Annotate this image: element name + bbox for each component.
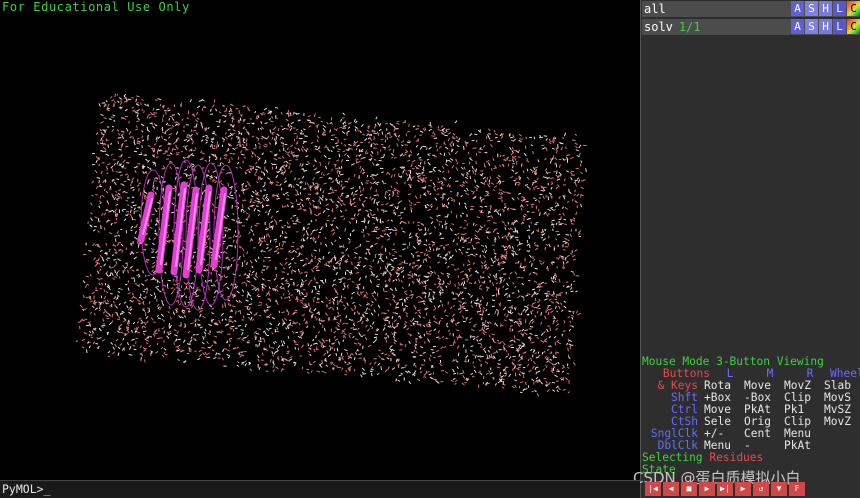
water-box [75,93,587,397]
movie-controls: |◀ ◀ ■ ▶ ▶| ▶ ↺ ▼ F [645,482,807,496]
object-name: solv 1/1 [644,20,701,34]
movie-control-button[interactable]: ↺ [753,482,769,496]
show-button[interactable]: S [805,1,818,16]
molecule-render [75,93,587,397]
movie-control-button[interactable]: F [789,482,805,496]
movie-control-button[interactable]: |◀ [645,482,661,496]
object-panel: all A S H L C solv 1/1 A S H L C Mouse Mo… [633,0,860,498]
binding-action: PkAt [784,439,811,452]
object-name: all [644,2,666,16]
hide-button[interactable]: H [819,1,832,16]
movie-control-button[interactable]: ▶| [717,482,733,496]
color-button[interactable]: C [847,19,860,34]
show-button[interactable]: S [805,19,818,34]
hide-button[interactable]: H [819,19,832,34]
action-button[interactable]: A [791,19,804,34]
movie-control-button[interactable]: ▼ [771,482,787,496]
molecule-viewport[interactable]: For Educational Use Only [0,0,640,480]
object-state: 1/1 [678,20,701,34]
movie-control-button[interactable]: ▶ [699,482,715,496]
educational-notice: For Educational Use Only [2,0,190,14]
label-button[interactable]: L [833,19,846,34]
object-row-all[interactable]: all A S H L C [642,1,860,17]
color-button[interactable]: C [847,1,860,16]
command-line[interactable]: PyMOL>_ [0,480,640,498]
object-row-solv[interactable]: solv 1/1 A S H L C [642,19,860,35]
mouse-mode-panel[interactable]: Mouse Mode 3-Button Viewing Buttons L M R Wh… [642,356,860,476]
label-button[interactable]: L [833,1,846,16]
action-button[interactable]: A [791,1,804,16]
movie-control-button[interactable]: ▶ [735,482,751,496]
movie-control-button[interactable]: ◀ [663,482,679,496]
movie-control-button[interactable]: ■ [681,482,697,496]
binding-action: MovZ [824,415,851,428]
